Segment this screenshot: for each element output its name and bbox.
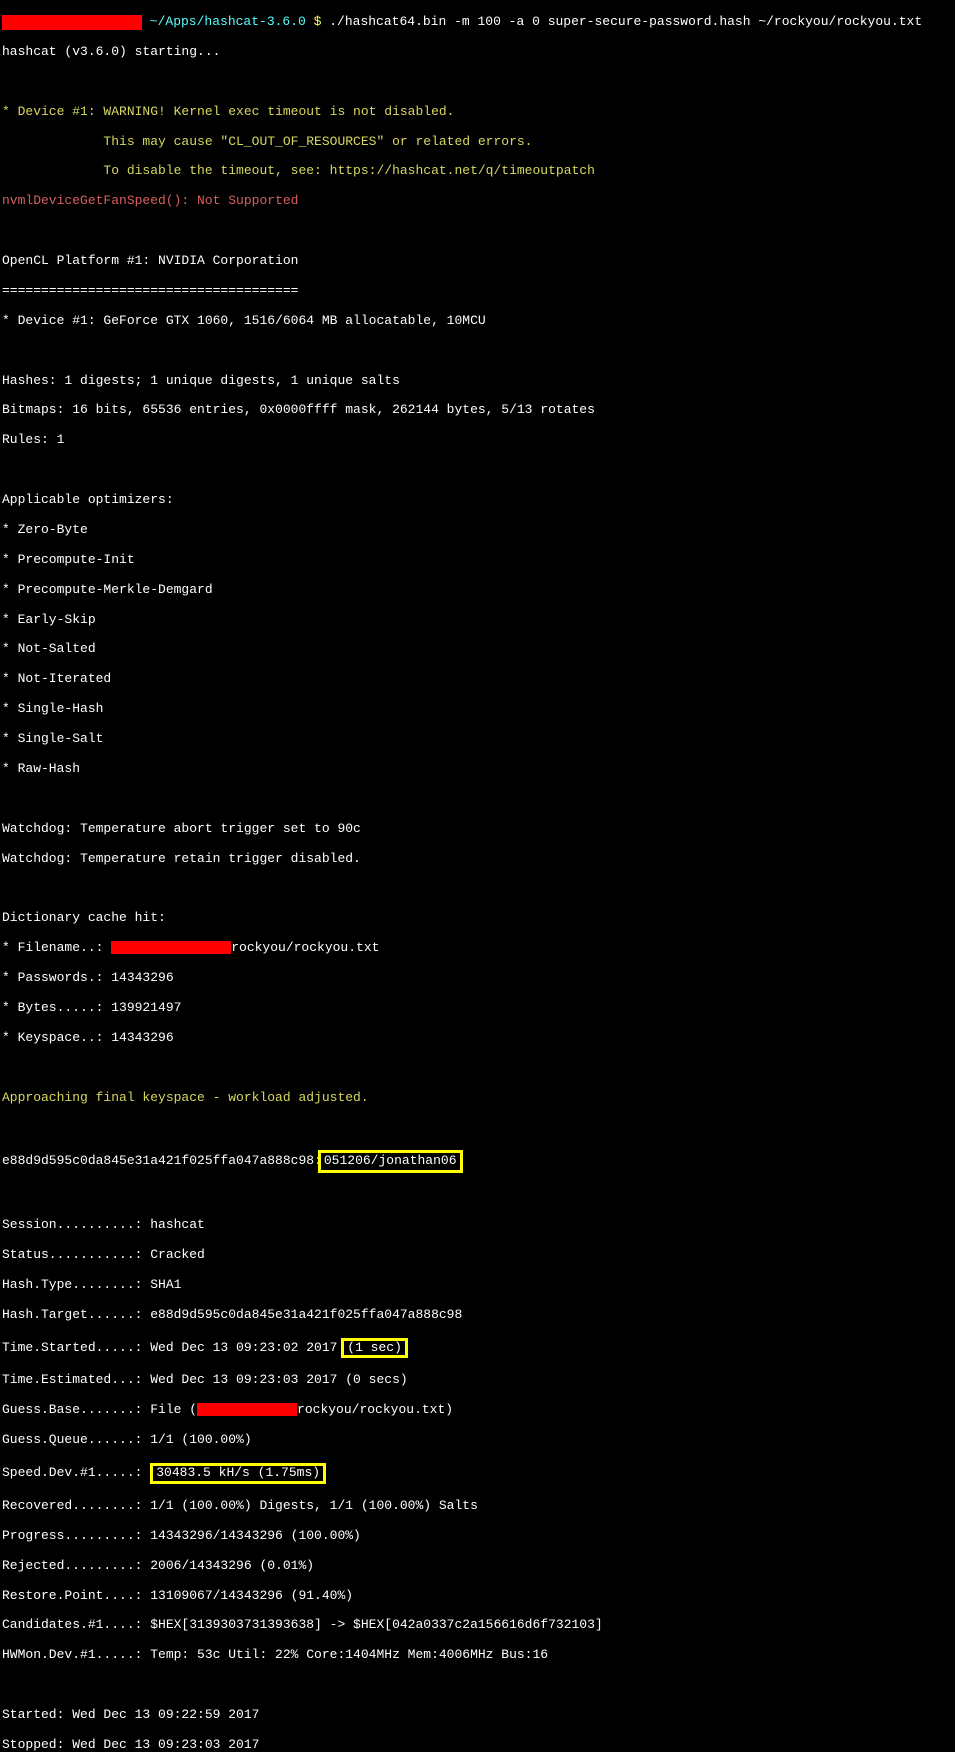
optimizer-item: * Not-Salted bbox=[2, 642, 953, 657]
recovered-line: Recovered........: 1/1 (100.00%) Digests… bbox=[2, 1499, 953, 1514]
guess-queue-line: Guess.Queue......: 1/1 (100.00%) bbox=[2, 1433, 953, 1448]
optimizer-item: * Single-Hash bbox=[2, 702, 953, 717]
prompt-dollar: $ bbox=[314, 15, 322, 30]
stopped-underline: Stopped: Wed Dec 13 09:23:03 2017 bbox=[2, 1737, 259, 1752]
dict-keyspace: * Keyspace..: 14343296 bbox=[2, 1031, 953, 1046]
dict-header: Dictionary cache hit: bbox=[2, 911, 953, 926]
optimizers-header: Applicable optimizers: bbox=[2, 493, 953, 508]
dict-passwords: * Passwords.: 14343296 bbox=[2, 971, 953, 986]
cracked-hash-line: e88d9d595c0da845e31a421f025ffa047a888c98… bbox=[2, 1150, 953, 1173]
progress-line: Progress.........: 14343296/14343296 (10… bbox=[2, 1529, 953, 1544]
warn-line: * Device #1: WARNING! Kernel exec timeou… bbox=[2, 105, 953, 120]
dict-filename: * Filename..: rockyou/rockyou.txt bbox=[2, 941, 953, 956]
hash-digest: e88d9d595c0da845e31a421f025ffa047a888c98 bbox=[2, 1153, 314, 1168]
optimizer-item: * Not-Iterated bbox=[2, 672, 953, 687]
watchdog-line: Watchdog: Temperature abort trigger set … bbox=[2, 822, 953, 837]
optimizer-item: * Raw-Hash bbox=[2, 762, 953, 777]
approaching-line: Approaching final keyspace - workload ad… bbox=[2, 1091, 953, 1106]
blank bbox=[2, 1061, 953, 1076]
time-started-text: Time.Started.....: Wed Dec 13 09:23:02 2… bbox=[2, 1340, 345, 1355]
redacted-path bbox=[111, 941, 231, 954]
watchdog-line: Watchdog: Temperature retain trigger dis… bbox=[2, 852, 953, 867]
time-started-highlight: (1 sec) bbox=[341, 1338, 408, 1359]
platform-line: OpenCL Platform #1: NVIDIA Corporation bbox=[2, 254, 953, 269]
speed-line: Speed.Dev.#1.....: 30483.5 kH/s (1.75ms) bbox=[2, 1463, 953, 1484]
terminal-output: ~/Apps/hashcat-3.6.0 $ ./hashcat64.bin -… bbox=[0, 0, 955, 1752]
blank bbox=[2, 792, 953, 807]
hashtarget-line: Hash.Target......: e88d9d595c0da845e31a4… bbox=[2, 1308, 953, 1323]
prompt-path: ~/Apps/hashcat-3.6.0 bbox=[142, 15, 314, 30]
blank bbox=[2, 881, 953, 896]
warn-line: This may cause "CL_OUT_OF_RESOURCES" or … bbox=[2, 135, 953, 150]
speed-label: Speed.Dev.#1.....: bbox=[2, 1465, 150, 1480]
time-estimated-line: Time.Estimated...: Wed Dec 13 09:23:03 2… bbox=[2, 1373, 953, 1388]
optimizer-item: * Precompute-Init bbox=[2, 553, 953, 568]
restore-line: Restore.Point....: 13109067/14343296 (91… bbox=[2, 1589, 953, 1604]
blank bbox=[2, 344, 953, 359]
starting-line: hashcat (v3.6.0) starting... bbox=[2, 45, 953, 60]
candidates-line: Candidates.#1....: $HEX[3139303731393638… bbox=[2, 1618, 953, 1633]
stopped-line: Stopped: Wed Dec 13 09:23:03 2017 bbox=[2, 1738, 953, 1752]
optimizer-item: * Single-Salt bbox=[2, 732, 953, 747]
redacted-path bbox=[197, 1403, 297, 1416]
guess-base-tail: rockyou/rockyou.txt) bbox=[297, 1402, 453, 1417]
optimizer-item: * Early-Skip bbox=[2, 613, 953, 628]
nvml-error: nvmlDeviceGetFanSpeed(): Not Supported bbox=[2, 194, 953, 209]
platform-rule: ====================================== bbox=[2, 284, 953, 299]
dict-filename-label: * Filename..: bbox=[2, 940, 111, 955]
cracked-password: 051206/jonathan06 bbox=[324, 1153, 457, 1168]
rejected-line: Rejected.........: 2006/14343296 (0.01%) bbox=[2, 1559, 953, 1574]
dict-bytes: * Bytes.....: 139921497 bbox=[2, 1001, 953, 1016]
blank bbox=[2, 1678, 953, 1693]
dict-filename-tail: rockyou/rockyou.txt bbox=[231, 940, 379, 955]
bitmaps-line: Bitmaps: 16 bits, 65536 entries, 0x0000f… bbox=[2, 403, 953, 418]
hashes-line: Hashes: 1 digests; 1 unique digests, 1 u… bbox=[2, 374, 953, 389]
cracked-password-highlight: 051206/jonathan06 bbox=[318, 1150, 463, 1173]
blank bbox=[2, 1120, 953, 1135]
device-line: * Device #1: GeForce GTX 1060, 1516/6064… bbox=[2, 314, 953, 329]
prompt-line: ~/Apps/hashcat-3.6.0 $ ./hashcat64.bin -… bbox=[2, 15, 953, 30]
speed-value: 30483.5 kH/s (1.75ms) bbox=[156, 1465, 320, 1480]
started-line: Started: Wed Dec 13 09:22:59 2017 bbox=[2, 1708, 953, 1723]
blank bbox=[2, 224, 953, 239]
optimizer-item: * Precompute-Merkle-Demgard bbox=[2, 583, 953, 598]
session-line: Session..........: hashcat bbox=[2, 1218, 953, 1233]
speed-highlight: 30483.5 kH/s (1.75ms) bbox=[150, 1463, 326, 1484]
time-started-line: Time.Started.....: Wed Dec 13 09:23:02 2… bbox=[2, 1338, 953, 1359]
blank bbox=[2, 1188, 953, 1203]
prompt-command: ./hashcat64.bin -m 100 -a 0 super-secure… bbox=[321, 15, 922, 30]
guess-base-line: Guess.Base.......: File ( rockyou/rockyou… bbox=[2, 1403, 953, 1418]
rules-line: Rules: 1 bbox=[2, 433, 953, 448]
guess-base-label: Guess.Base.......: File ( bbox=[2, 1402, 197, 1417]
optimizer-item: * Zero-Byte bbox=[2, 523, 953, 538]
warn-line: To disable the timeout, see: https://has… bbox=[2, 164, 953, 179]
prompt-user-redacted bbox=[2, 15, 142, 30]
status-line: Status...........: Cracked bbox=[2, 1248, 953, 1263]
blank bbox=[2, 75, 953, 90]
blank bbox=[2, 463, 953, 478]
hwmon-line: HWMon.Dev.#1.....: Temp: 53c Util: 22% C… bbox=[2, 1648, 953, 1663]
hashtype-line: Hash.Type........: SHA1 bbox=[2, 1278, 953, 1293]
time-started-duration: (1 sec) bbox=[347, 1340, 402, 1355]
